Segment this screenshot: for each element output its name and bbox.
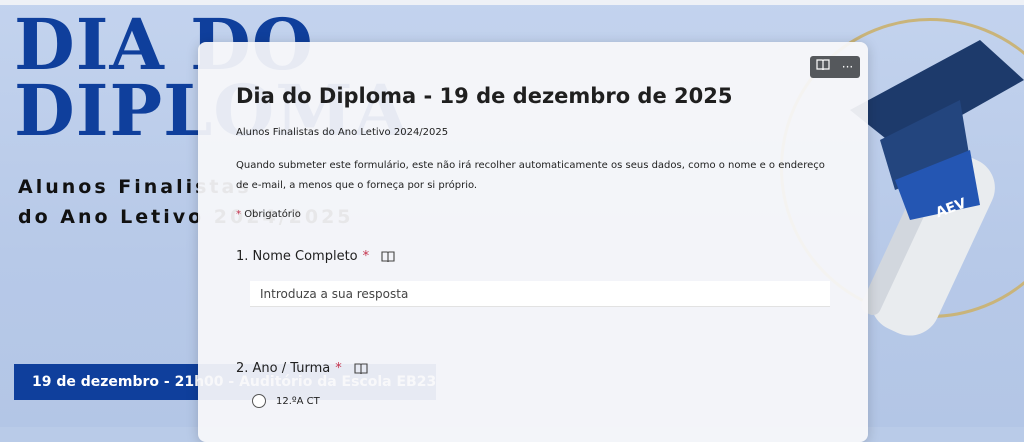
required-note: * Obrigatório bbox=[236, 209, 301, 220]
radio-button[interactable] bbox=[252, 394, 266, 408]
question-1-label: 1. Nome Completo * bbox=[236, 249, 395, 264]
question-1-text: 1. Nome Completo bbox=[236, 249, 358, 264]
form-toolbar: ··· bbox=[810, 56, 860, 78]
more-options-icon[interactable]: ··· bbox=[838, 56, 858, 78]
question-1-required-star: * bbox=[362, 249, 370, 264]
nome-completo-input[interactable] bbox=[250, 281, 830, 307]
immersive-reader-icon[interactable] bbox=[381, 250, 395, 263]
form-description: Quando submeter este formulário, este nã… bbox=[236, 160, 825, 191]
immersive-reader-icon[interactable] bbox=[813, 56, 833, 78]
radio-option-label: 12.ºA CT bbox=[276, 395, 320, 407]
required-text: Obrigatório bbox=[244, 209, 301, 220]
radio-option-12a-ct[interactable]: 12.ºA CT bbox=[252, 394, 320, 408]
question-2-text: 2. Ano / Turma bbox=[236, 361, 331, 376]
question-2-required-star: * bbox=[335, 361, 342, 376]
required-star: * bbox=[236, 209, 241, 220]
form-subtitle: Alunos Finalistas do Ano Letivo 2024/202… bbox=[236, 127, 449, 138]
immersive-reader-icon[interactable] bbox=[354, 362, 368, 375]
question-2-label: 2. Ano / Turma * bbox=[236, 361, 368, 376]
form-title: Dia do Diploma - 19 de dezembro de 2025 bbox=[236, 84, 733, 108]
